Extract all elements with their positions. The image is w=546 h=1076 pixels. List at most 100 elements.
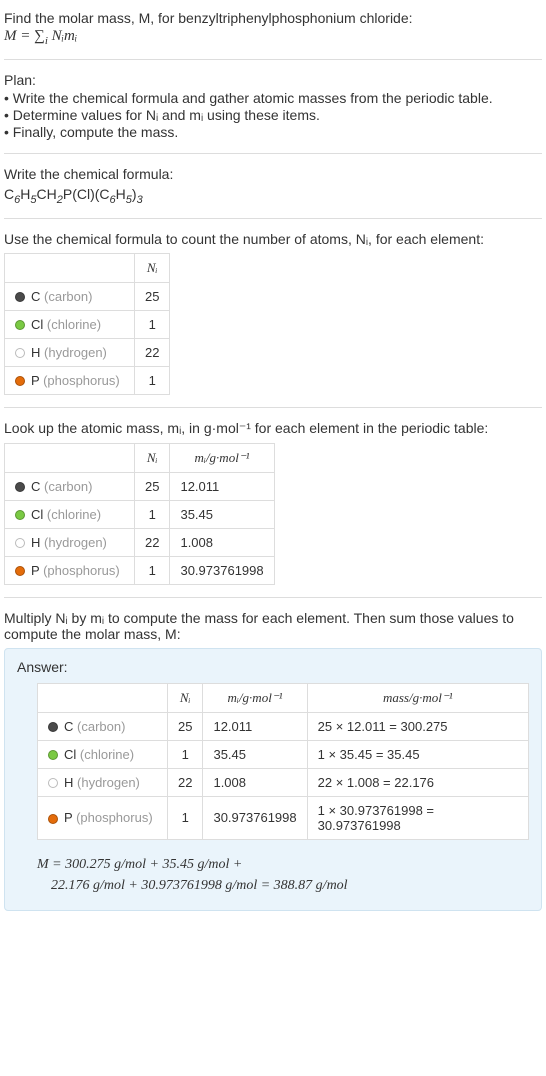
table-row: C (carbon) 25 12.011 25 × 12.011 = 300.2… [38,712,529,740]
cell-mi: 1.008 [170,528,274,556]
cell-mass: 1 × 30.973761998 = 30.973761998 [307,796,528,839]
cell-mi: 1.008 [203,768,307,796]
plan-list: • Write the chemical formula and gather … [4,90,542,140]
table-row: C (carbon) 25 12.011 [5,472,275,500]
swatch-icon [15,538,25,548]
table-row: P (phosphorus) 1 30.973761998 [5,556,275,584]
final-line1: M = 300.275 g/mol + 35.45 g/mol + [37,854,529,875]
cell-ni: 1 [168,740,203,768]
intro-equation: M = ∑i Nᵢmᵢ [4,28,542,47]
multiply-heading: Multiply Nᵢ by mᵢ to compute the mass fo… [4,610,542,642]
chemical-formula-section: Write the chemical formula: C6H5CH2P(Cl)… [4,162,542,219]
header-mi: mᵢ/g·mol⁻¹ [203,683,307,712]
final-calc: M = 300.275 g/mol + 35.45 g/mol + 22.176… [17,854,529,896]
masses-section: Look up the atomic mass, mᵢ, in g·mol⁻¹ … [4,416,542,598]
header-mass: mass/g·mol⁻¹ [307,683,528,712]
cell-ni: 22 [135,528,170,556]
table-header-row: Nᵢ mᵢ/g·mol⁻¹ mass/g·mol⁻¹ [38,683,529,712]
answer-label: Answer: [17,659,529,675]
element-name: (phosphorus) [43,563,120,578]
swatch-icon [15,510,25,520]
swatch-icon [48,750,58,760]
element-name: (hydrogen) [44,345,107,360]
cell-ni: 22 [168,768,203,796]
count-section: Use the chemical formula to count the nu… [4,227,542,408]
table-row: P (phosphorus) 1 [5,366,170,394]
element-symbol: H [64,775,73,790]
plan-section: Plan: • Write the chemical formula and g… [4,68,542,154]
plan-heading: Plan: [4,72,542,88]
cell-mi: 35.45 [170,500,274,528]
cell-mass: 1 × 35.45 = 35.45 [307,740,528,768]
header-mi: mᵢ/g·mol⁻¹ [170,443,274,472]
chem-formula-heading: Write the chemical formula: [4,166,542,182]
cell-mi: 12.011 [170,472,274,500]
table-row: Cl (chlorine) 1 35.45 1 × 35.45 = 35.45 [38,740,529,768]
table-row: C (carbon) 25 [5,282,170,310]
element-symbol: P [64,810,72,825]
element-name: (carbon) [77,719,125,734]
cell-ni: 22 [135,338,170,366]
cell-mi: 35.45 [203,740,307,768]
swatch-icon [15,348,25,358]
table-header-row: Nᵢ [5,253,170,282]
swatch-icon [15,292,25,302]
swatch-icon [15,566,25,576]
element-symbol: C [31,479,40,494]
element-symbol: H [31,345,40,360]
count-table: Nᵢ C (carbon) 25 Cl (chlorine) 1 H (hydr… [4,253,170,395]
cell-ni: 25 [135,472,170,500]
element-name: (carbon) [44,289,92,304]
cell-mi: 12.011 [203,712,307,740]
cell-mi: 30.973761998 [203,796,307,839]
eq-left: M = ∑ [4,28,45,44]
plan-item: • Determine values for Nᵢ and mᵢ using t… [4,107,542,123]
element-name: (phosphorus) [76,810,153,825]
header-ni: Nᵢ [168,683,203,712]
element-symbol: C [31,289,40,304]
table-row: H (hydrogen) 22 1.008 22 × 1.008 = 22.17… [38,768,529,796]
plan-item: • Finally, compute the mass. [4,124,542,140]
swatch-icon [15,482,25,492]
intro-text: Find the molar mass, M, for benzyltriphe… [4,10,542,26]
swatch-icon [48,722,58,732]
count-heading: Use the chemical formula to count the nu… [4,231,542,247]
cell-ni: 1 [135,310,170,338]
element-symbol: P [31,563,39,578]
cell-mass: 25 × 12.011 = 300.275 [307,712,528,740]
masses-heading: Look up the atomic mass, mᵢ, in g·mol⁻¹ … [4,420,542,437]
element-symbol: C [64,719,73,734]
chem-formula: C6H5CH2P(Cl)(C6H5)3 [4,186,542,206]
final-line2: 22.176 g/mol + 30.973761998 g/mol = 388.… [37,875,529,896]
header-ni: Nᵢ [135,443,170,472]
element-name: (chlorine) [80,747,134,762]
element-name: (chlorine) [47,507,101,522]
swatch-icon [48,814,58,824]
swatch-icon [15,376,25,386]
element-symbol: H [31,535,40,550]
answer-box: Answer: Nᵢ mᵢ/g·mol⁻¹ mass/g·mol⁻¹ C (ca… [4,648,542,911]
element-name: (phosphorus) [43,373,120,388]
cell-mass: 22 × 1.008 = 22.176 [307,768,528,796]
answer-table: Nᵢ mᵢ/g·mol⁻¹ mass/g·mol⁻¹ C (carbon) 25… [37,683,529,840]
header-ni: Nᵢ [135,253,170,282]
cell-mi: 30.973761998 [170,556,274,584]
plan-item: • Write the chemical formula and gather … [4,90,542,106]
cell-ni: 25 [135,282,170,310]
element-symbol: Cl [31,507,43,522]
table-row: H (hydrogen) 22 1.008 [5,528,275,556]
table-row: Cl (chlorine) 1 [5,310,170,338]
element-name: (chlorine) [47,317,101,332]
cell-ni: 1 [135,556,170,584]
eq-right: Nᵢmᵢ [48,28,77,44]
element-symbol: Cl [31,317,43,332]
table-row: Cl (chlorine) 1 35.45 [5,500,275,528]
cell-ni: 25 [168,712,203,740]
element-symbol: Cl [64,747,76,762]
answer-section: Multiply Nᵢ by mᵢ to compute the mass fo… [4,606,542,923]
swatch-icon [48,778,58,788]
cell-ni: 1 [135,366,170,394]
element-name: (hydrogen) [77,775,140,790]
intro-section: Find the molar mass, M, for benzyltriphe… [4,6,542,60]
element-name: (carbon) [44,479,92,494]
